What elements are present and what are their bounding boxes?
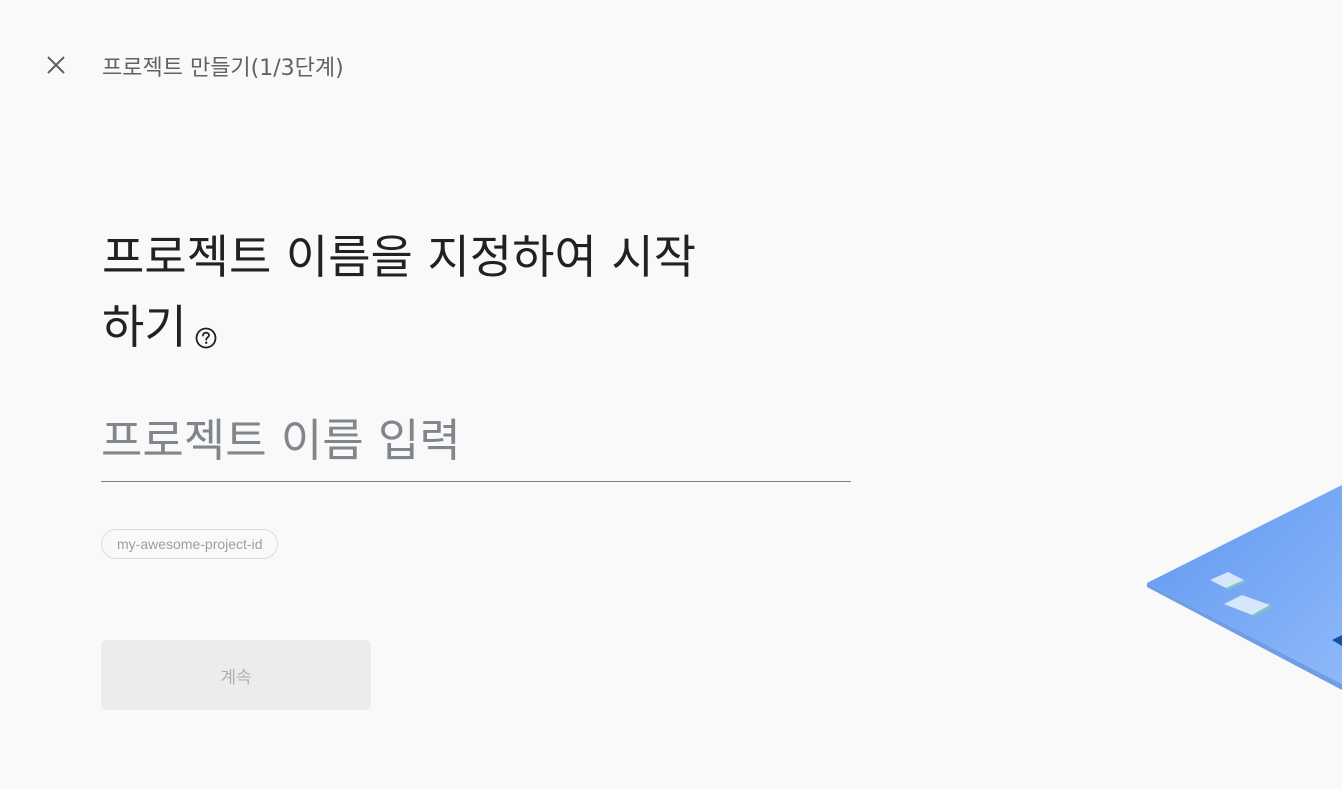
headline-text: 프로젝트 이름을 지정하여 시작하기 <box>102 230 697 354</box>
create-project-page: 프로젝트 만들기(1/3단계) 프로젝트 이름을 지정하여 시작하기 my-aw… <box>0 0 1342 789</box>
close-icon <box>47 56 65 74</box>
step-title: 프로젝트 만들기(1/3단계) <box>102 56 344 81</box>
platform-illustration <box>1147 485 1342 690</box>
project-id-chip[interactable]: my-awesome-project-id <box>101 529 279 559</box>
close-button[interactable] <box>36 45 76 85</box>
continue-button[interactable]: 계속 <box>101 640 371 710</box>
top-bar: 프로젝트 만들기(1/3단계) <box>0 0 1342 130</box>
project-name-input[interactable] <box>101 408 851 482</box>
help-circle-icon <box>195 327 217 348</box>
help-button[interactable] <box>195 298 217 348</box>
page-headline: 프로젝트 이름을 지정하여 시작하기 <box>102 222 722 362</box>
